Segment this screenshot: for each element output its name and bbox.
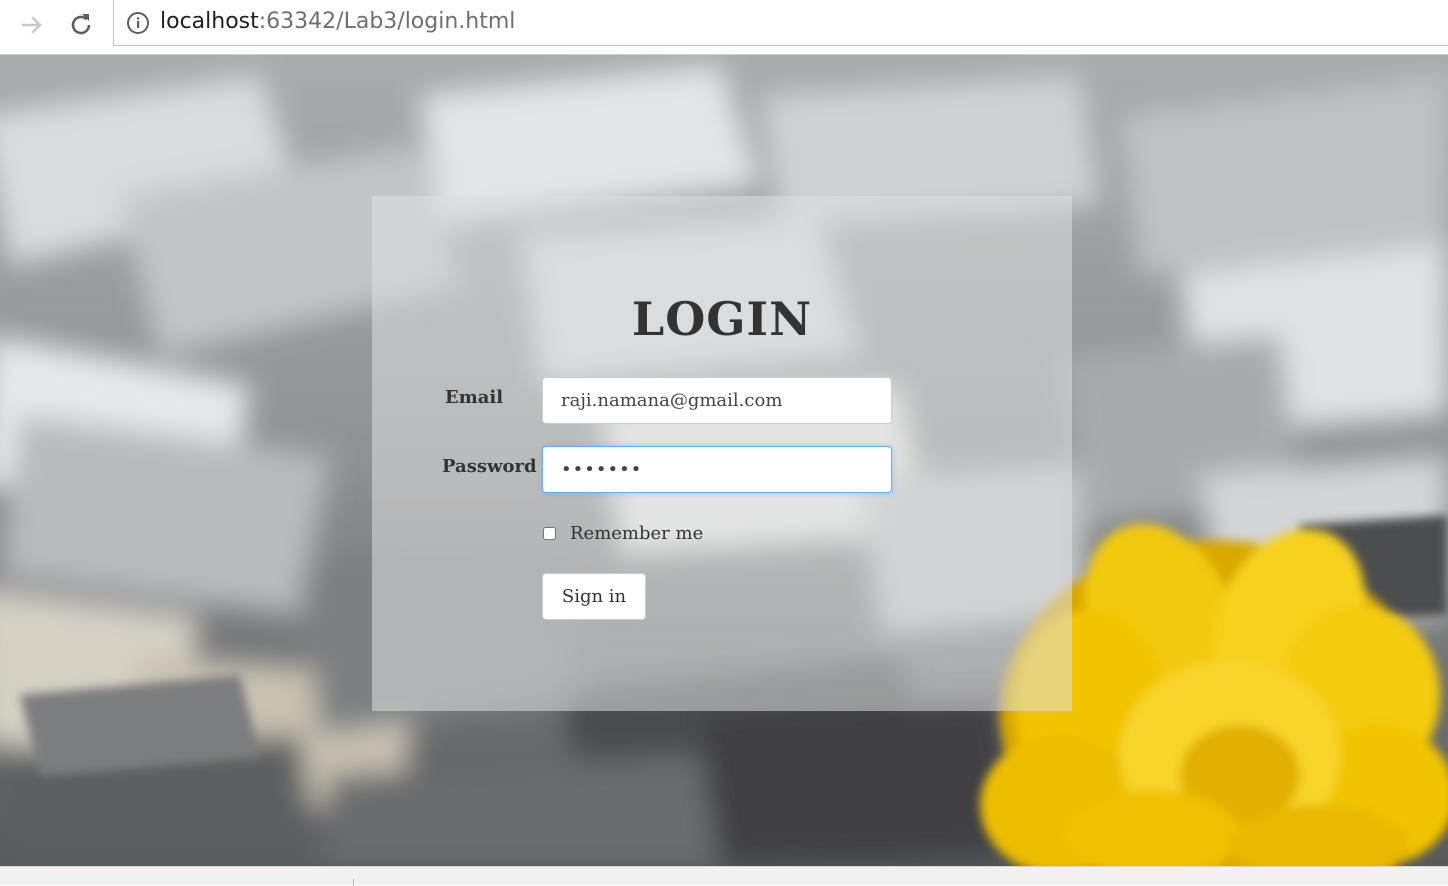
reload-icon [71, 14, 91, 35]
url-text[interactable]: localhost:63342/Lab3/login.html [160, 8, 515, 36]
login-card: LOGIN Email Password Remember me Sign in [372, 196, 1072, 711]
status-strip [0, 866, 1448, 886]
remember-me-label[interactable]: Remember me [570, 523, 703, 544]
forward-button[interactable] [15, 8, 49, 42]
remember-me-row[interactable]: Remember me [542, 523, 703, 544]
sign-in-button[interactable]: Sign in [542, 573, 646, 620]
password-input[interactable] [542, 446, 892, 493]
email-label: Email [445, 387, 504, 408]
login-page: LOGIN Email Password Remember me Sign in [0, 55, 1448, 866]
address-bar[interactable]: localhost:63342/Lab3/login.html [113, 0, 1448, 46]
email-input[interactable] [542, 377, 892, 424]
arrow-right-icon [21, 16, 42, 34]
login-title: LOGIN [631, 292, 813, 346]
url-path: :63342/Lab3/login.html [258, 9, 516, 34]
remember-me-checkbox[interactable] [543, 527, 556, 540]
url-host: localhost [160, 9, 259, 34]
browser-toolbar: localhost:63342/Lab3/login.html [0, 0, 1448, 55]
reload-button[interactable] [64, 8, 98, 42]
info-circle-icon[interactable] [126, 11, 150, 35]
password-label: Password [442, 456, 537, 477]
